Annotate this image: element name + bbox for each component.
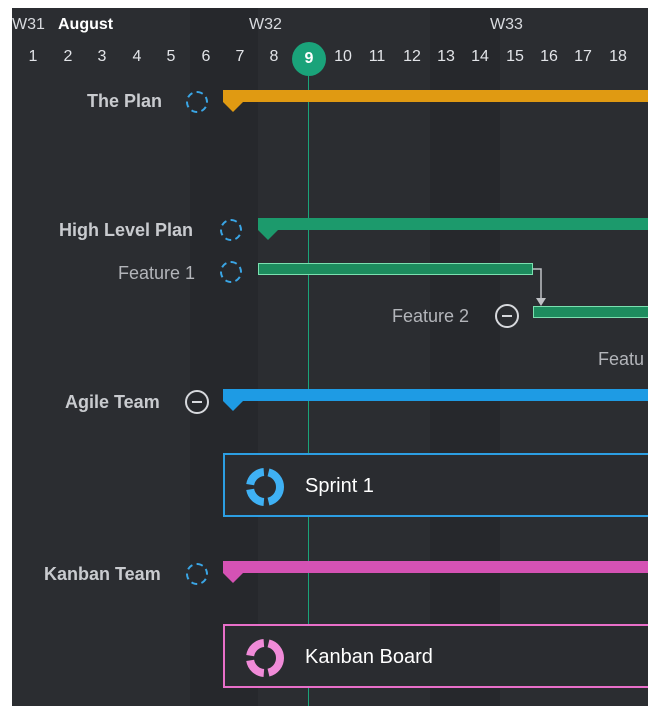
day-label: 1 (28, 48, 38, 65)
kanban-cycle-icon (246, 639, 284, 677)
kanban-board-card[interactable]: Kanban Board (223, 624, 648, 688)
day-label: 7 (235, 48, 245, 65)
sprint-card[interactable]: Sprint 1 (223, 453, 648, 517)
day-label: 13 (437, 48, 455, 65)
weekend-stripe (430, 8, 500, 706)
bar-agile-team[interactable] (223, 389, 648, 411)
bar-start-notch (223, 573, 243, 583)
bar-feature-1[interactable] (258, 263, 533, 275)
day-label: 3 (97, 48, 107, 65)
bar-start-notch (223, 401, 243, 411)
today-marker[interactable]: 9 (292, 42, 326, 76)
sprint-label: Sprint 1 (305, 475, 374, 497)
day-label: 10 (334, 48, 352, 65)
day-label: 17 (574, 48, 592, 65)
dashed-circle-icon[interactable] (186, 563, 208, 585)
week-label: W32 (249, 16, 282, 33)
bar-high-level-plan[interactable] (258, 218, 648, 240)
bar-kanban-team[interactable] (223, 561, 648, 583)
dashed-circle-icon[interactable] (220, 261, 242, 283)
kanban-board-label: Kanban Board (305, 646, 433, 668)
minus-circle-icon[interactable] (185, 390, 209, 414)
day-label: 4 (132, 48, 142, 65)
day-label: 5 (166, 48, 176, 65)
bar-feature-2[interactable] (533, 306, 648, 318)
day-label: 1 (635, 48, 649, 66)
minus-circle-icon[interactable] (495, 304, 519, 328)
day-label: 14 (471, 48, 489, 65)
day-label: 11 (368, 48, 386, 65)
day-label: 6 (201, 48, 211, 65)
weekend-stripe (190, 8, 258, 706)
row-label-feature-2[interactable]: Feature 2 (392, 306, 469, 327)
bar-start-notch (258, 230, 278, 240)
gantt-chart: W31 August W32 W33 1 2 3 4 5 6 7 8 9 10 … (12, 8, 648, 706)
dashed-circle-icon[interactable] (186, 91, 208, 113)
row-label-the-plan[interactable]: The Plan (87, 91, 162, 112)
week-label: W31 (12, 16, 45, 33)
row-label-agile-team[interactable]: Agile Team (65, 392, 160, 413)
row-label-high-level-plan[interactable]: High Level Plan (59, 220, 193, 241)
day-label: 18 (609, 48, 627, 65)
week-label: W33 (490, 16, 523, 33)
day-label: 2 (63, 48, 73, 65)
day-label: 8 (269, 48, 279, 65)
day-label: 15 (506, 48, 524, 65)
day-label: 16 (540, 48, 558, 65)
dependency-arrow-icon (533, 268, 546, 306)
bar-the-plan[interactable] (223, 90, 648, 112)
day-label: 12 (403, 48, 421, 65)
dashed-circle-icon[interactable] (220, 219, 242, 241)
bar-start-notch (223, 102, 243, 112)
row-label-feature-1[interactable]: Feature 1 (118, 263, 195, 284)
month-label: August (58, 16, 114, 33)
row-label-kanban-team[interactable]: Kanban Team (44, 564, 161, 585)
sprint-cycle-icon (246, 468, 284, 506)
row-label-feature-3[interactable]: Featu (598, 349, 644, 370)
